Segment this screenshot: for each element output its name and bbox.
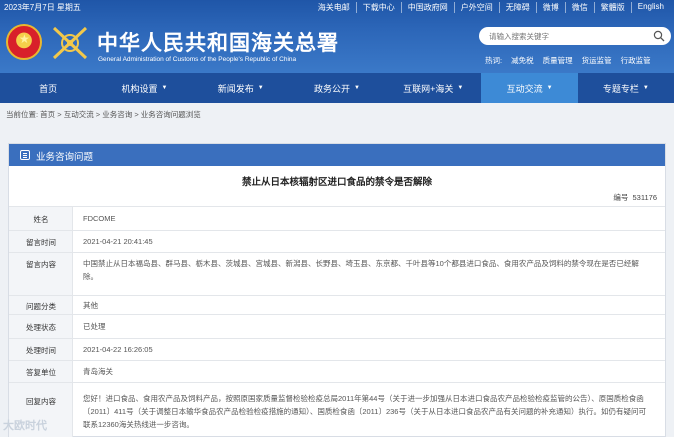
hot-word[interactable]: 质量管理 — [543, 55, 573, 66]
row-value: 2021-04-22 16:26:05 — [83, 345, 153, 354]
site-title-en: General Administration of Customs of the… — [98, 56, 297, 63]
row-category: 问题分类 其他 — [9, 295, 665, 314]
row-label: 留言内容 — [9, 253, 73, 295]
watermark: 大欧时代 — [3, 420, 47, 432]
link-english[interactable]: English — [630, 2, 670, 13]
nav-organization[interactable]: 机构设置 ▼ — [96, 73, 192, 103]
row-label: 姓名 — [9, 207, 73, 230]
link-wechat[interactable]: 微信 — [564, 2, 594, 13]
label-text: 问题分类 — [26, 302, 56, 311]
hot-word[interactable]: 减免税 — [511, 55, 534, 66]
label-text: 回复内容 — [26, 397, 56, 406]
chevron-down-icon: ▼ — [257, 85, 264, 91]
breadcrumb[interactable]: 当前位置: 首页 > 互动交流 > 业务咨询 > 业务咨询问题浏览 — [6, 109, 201, 120]
nav-special-topics[interactable]: 专题专栏 ▼ — [578, 73, 674, 103]
row-value: 已处理 — [83, 322, 106, 331]
list-icon — [20, 150, 30, 160]
serial-number: 编号 531176 — [613, 192, 657, 203]
row-content: 留言内容 中国禁止从日本福岛县、群马县、栃木县、茨城县、宫城县、新潟县、长野县、… — [9, 252, 665, 295]
top-bar: 2023年7月7日 星期五 海关电邮 下载中心 中国政府网 户外空间 无障碍 微… — [0, 0, 674, 14]
link-traditional[interactable]: 繁體版 — [593, 2, 631, 13]
row-value: 中国禁止从日本福岛县、群马县、栃木县、茨城县、宫城县、新潟县、长野县、埼玉县、东… — [83, 259, 639, 281]
serial-label: 编号 — [613, 193, 629, 202]
hot-word[interactable]: 行政监管 — [621, 55, 651, 66]
row-value: 青岛海关 — [83, 367, 113, 376]
panel-header: 业务咨询问题 — [9, 144, 665, 166]
row-label: 处理状态 — [9, 315, 73, 338]
serial-value: 531176 — [632, 193, 657, 202]
nav-label: 政务公开 — [314, 83, 351, 94]
chevron-down-icon: ▼ — [642, 85, 649, 91]
row-unit: 答复单位 青岛海关 — [9, 360, 665, 382]
panel-title: 业务咨询问题 — [36, 152, 94, 163]
link-download[interactable]: 下载中心 — [355, 2, 401, 13]
link-email[interactable]: 海关电邮 — [312, 2, 356, 13]
nav-label: 首页 — [39, 83, 58, 94]
nav-interaction[interactable]: 互动交流 ▼ — [481, 73, 578, 103]
question-title: 禁止从日本核辐射区进口食品的禁令是否解除 — [241, 177, 432, 188]
row-value: 其他 — [83, 301, 98, 310]
main-nav: 首页 机构设置 ▼ 新闻发布 ▼ 政务公开 ▼ 互联网+海关 ▼ 互动交流 ▼ 专题专栏 ▼ — [0, 73, 674, 103]
consultation-panel: 业务咨询问题 禁止从日本核辐射区进口食品的禁令是否解除 编号 531176 姓名… — [8, 143, 666, 437]
site-title[interactable]: 中华人民共和国海关总署 — [97, 27, 339, 57]
row-name: 姓名 FDCOME — [9, 206, 665, 230]
row-label: 问题分类 — [9, 296, 73, 314]
row-value: FDCOME — [83, 214, 116, 223]
nav-home[interactable]: 首页 — [0, 73, 96, 103]
row-label: 处理时间 — [9, 339, 73, 360]
search-input[interactable] — [489, 30, 639, 42]
row-status: 处理状态 已处理 — [9, 314, 665, 338]
link-weibo[interactable]: 微博 — [535, 2, 565, 13]
nav-label: 互联网+海关 — [403, 83, 454, 94]
chevron-down-icon: ▼ — [161, 85, 168, 91]
row-label: 答复单位 — [9, 361, 73, 382]
search-box — [479, 27, 671, 45]
link-gov[interactable]: 中国政府网 — [400, 2, 454, 13]
site-header: 2023年7月7日 星期五 海关电邮 下载中心 中国政府网 户外空间 无障碍 微… — [0, 0, 674, 73]
row-value: 2021-04-21 20:41:45 — [83, 237, 153, 246]
link-outdoor[interactable]: 户外空间 — [453, 2, 499, 13]
national-emblem-icon — [6, 24, 42, 60]
nav-label: 互动交流 — [506, 83, 543, 94]
row-handle-time: 处理时间 2021-04-22 16:26:05 — [9, 338, 665, 360]
hot-words-label: 热词: — [485, 56, 503, 65]
nav-gov-affairs[interactable]: 政务公开 ▼ — [289, 73, 385, 103]
row-reply: 回复内容 您好！进口食品、食用农产品及饲料产品，按照原国家质量监督检验检疫总局2… — [9, 382, 665, 437]
label-text: 处理状态 — [26, 323, 56, 332]
nav-label: 机构设置 — [121, 83, 158, 94]
chevron-down-icon: ▼ — [546, 85, 553, 91]
label-text: 处理时间 — [26, 346, 56, 355]
nav-label: 专题专栏 — [602, 83, 639, 94]
hot-words: 热词: 减免税 质量管理 货运监管 行政监管 — [485, 55, 651, 66]
current-date: 2023年7月7日 星期五 — [4, 3, 81, 12]
label-text: 留言内容 — [26, 260, 56, 269]
link-accessibility[interactable]: 无障碍 — [498, 2, 536, 13]
search-icon[interactable] — [653, 30, 665, 42]
label-text: 留言时间 — [26, 238, 56, 247]
hot-word[interactable]: 货运监管 — [582, 55, 612, 66]
row-time: 留言时间 2021-04-21 20:41:45 — [9, 230, 665, 252]
top-links: 海关电邮 下载中心 中国政府网 户外空间 无障碍 微博 微信 繁體版 Engli… — [312, 2, 670, 13]
label-text: 答复单位 — [26, 368, 56, 377]
nav-label: 新闻发布 — [217, 83, 254, 94]
chevron-down-icon: ▼ — [457, 85, 464, 91]
nav-internet-customs[interactable]: 互联网+海关 ▼ — [385, 73, 481, 103]
nav-news[interactable]: 新闻发布 ▼ — [193, 73, 289, 103]
chevron-down-icon: ▼ — [354, 85, 360, 91]
row-value: 您好！进口食品、食用农产品及饲料产品，按照原国家质量监督检验检疫总局2011年第… — [83, 394, 646, 429]
row-label: 留言时间 — [9, 231, 73, 252]
customs-logo-icon — [52, 26, 88, 60]
label-text: 姓名 — [33, 215, 49, 224]
